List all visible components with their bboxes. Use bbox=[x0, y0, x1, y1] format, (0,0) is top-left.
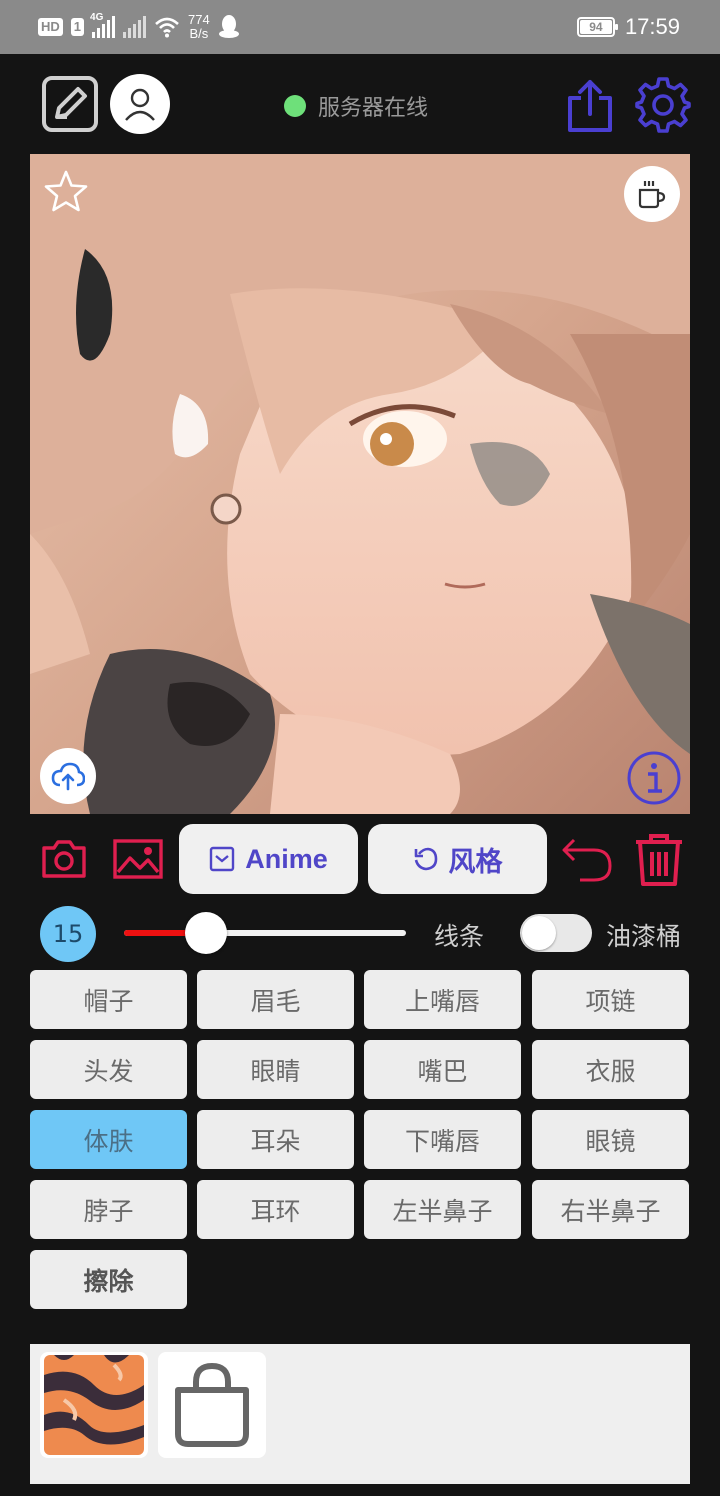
network-speed: 774 B/s bbox=[188, 12, 210, 41]
user-icon bbox=[125, 88, 155, 121]
part-button[interactable]: 右半鼻子 bbox=[532, 1180, 689, 1239]
part-button[interactable]: 衣服 bbox=[532, 1040, 689, 1099]
part-button[interactable]: 项链 bbox=[532, 970, 689, 1029]
style-button-label: 风格 bbox=[448, 846, 503, 877]
user-button[interactable] bbox=[110, 74, 170, 134]
part-button[interactable]: 帽子 bbox=[30, 970, 187, 1029]
qq-icon bbox=[218, 15, 239, 38]
texture-thumbnail bbox=[44, 1355, 144, 1455]
part-button[interactable]: 耳环 bbox=[197, 1180, 354, 1239]
material-swatch[interactable] bbox=[40, 1352, 148, 1458]
anime-portrait-image bbox=[30, 154, 690, 814]
draw-icon[interactable] bbox=[42, 76, 98, 132]
cell-signal-icon: 4G bbox=[90, 12, 116, 38]
drawing-canvas[interactable] bbox=[30, 154, 690, 814]
part-button[interactable]: 脖子 bbox=[30, 1180, 187, 1239]
paint-bucket-toggle-knob bbox=[522, 916, 556, 950]
part-button[interactable]: 左半鼻子 bbox=[364, 1180, 521, 1239]
part-button[interactable]: 嘴巴 bbox=[364, 1040, 521, 1099]
server-status-dot bbox=[284, 95, 306, 117]
erase-button[interactable]: 擦除 bbox=[30, 1250, 187, 1309]
part-button[interactable]: 眼镜 bbox=[532, 1110, 689, 1169]
sim-badge: 1 bbox=[70, 18, 85, 36]
brush-size-badge: 15 bbox=[40, 906, 96, 962]
gallery-icon[interactable] bbox=[112, 838, 164, 880]
server-status: 服务器在线 bbox=[284, 90, 428, 122]
brush-size-slider-thumb[interactable] bbox=[184, 912, 227, 954]
share-icon[interactable] bbox=[564, 78, 616, 134]
brush-size-slider[interactable] bbox=[124, 930, 406, 936]
status-bar: HD 1 4G 774 B/s 94 17:59 bbox=[0, 0, 720, 54]
clock: 17:59 bbox=[624, 14, 680, 39]
shop-button[interactable] bbox=[158, 1352, 266, 1458]
cloud-upload-icon bbox=[51, 762, 85, 791]
favorite-star-icon[interactable] bbox=[42, 168, 90, 216]
hd-badge: HD bbox=[38, 18, 63, 36]
material-panel bbox=[30, 1344, 690, 1484]
style-button[interactable]: 风格 bbox=[368, 824, 547, 894]
part-button[interactable]: 体肤 bbox=[30, 1110, 187, 1169]
coffee-button[interactable] bbox=[624, 166, 680, 222]
refresh-icon bbox=[414, 847, 437, 871]
anime-button-label: Anime bbox=[245, 843, 328, 874]
part-button[interactable]: 头发 bbox=[30, 1040, 187, 1099]
coffee-icon bbox=[638, 181, 666, 209]
undo-icon[interactable] bbox=[560, 836, 614, 884]
part-button[interactable]: 上嘴唇 bbox=[364, 970, 521, 1029]
info-icon[interactable] bbox=[626, 750, 682, 806]
part-button[interactable]: 耳朵 bbox=[197, 1110, 354, 1169]
image-frame-icon bbox=[210, 846, 235, 872]
cell-signal-2-icon bbox=[123, 16, 147, 38]
shopping-bag-icon bbox=[175, 1362, 249, 1447]
wifi-icon bbox=[155, 17, 179, 38]
paint-bucket-label: 油漆桶 bbox=[606, 922, 682, 951]
part-button[interactable]: 下嘴唇 bbox=[364, 1110, 521, 1169]
upload-button[interactable] bbox=[40, 748, 96, 804]
battery-icon: 94 bbox=[576, 17, 618, 37]
camera-icon[interactable] bbox=[40, 838, 88, 880]
line-mode-label: 线条 bbox=[434, 922, 485, 951]
settings-icon[interactable] bbox=[634, 76, 692, 134]
part-button[interactable]: 眼睛 bbox=[197, 1040, 354, 1099]
paint-bucket-toggle[interactable] bbox=[520, 914, 592, 952]
part-button[interactable]: 眉毛 bbox=[197, 970, 354, 1029]
trash-icon[interactable] bbox=[632, 832, 686, 888]
anime-button[interactable]: Anime bbox=[179, 824, 358, 894]
server-status-label: 服务器在线 bbox=[318, 96, 429, 121]
